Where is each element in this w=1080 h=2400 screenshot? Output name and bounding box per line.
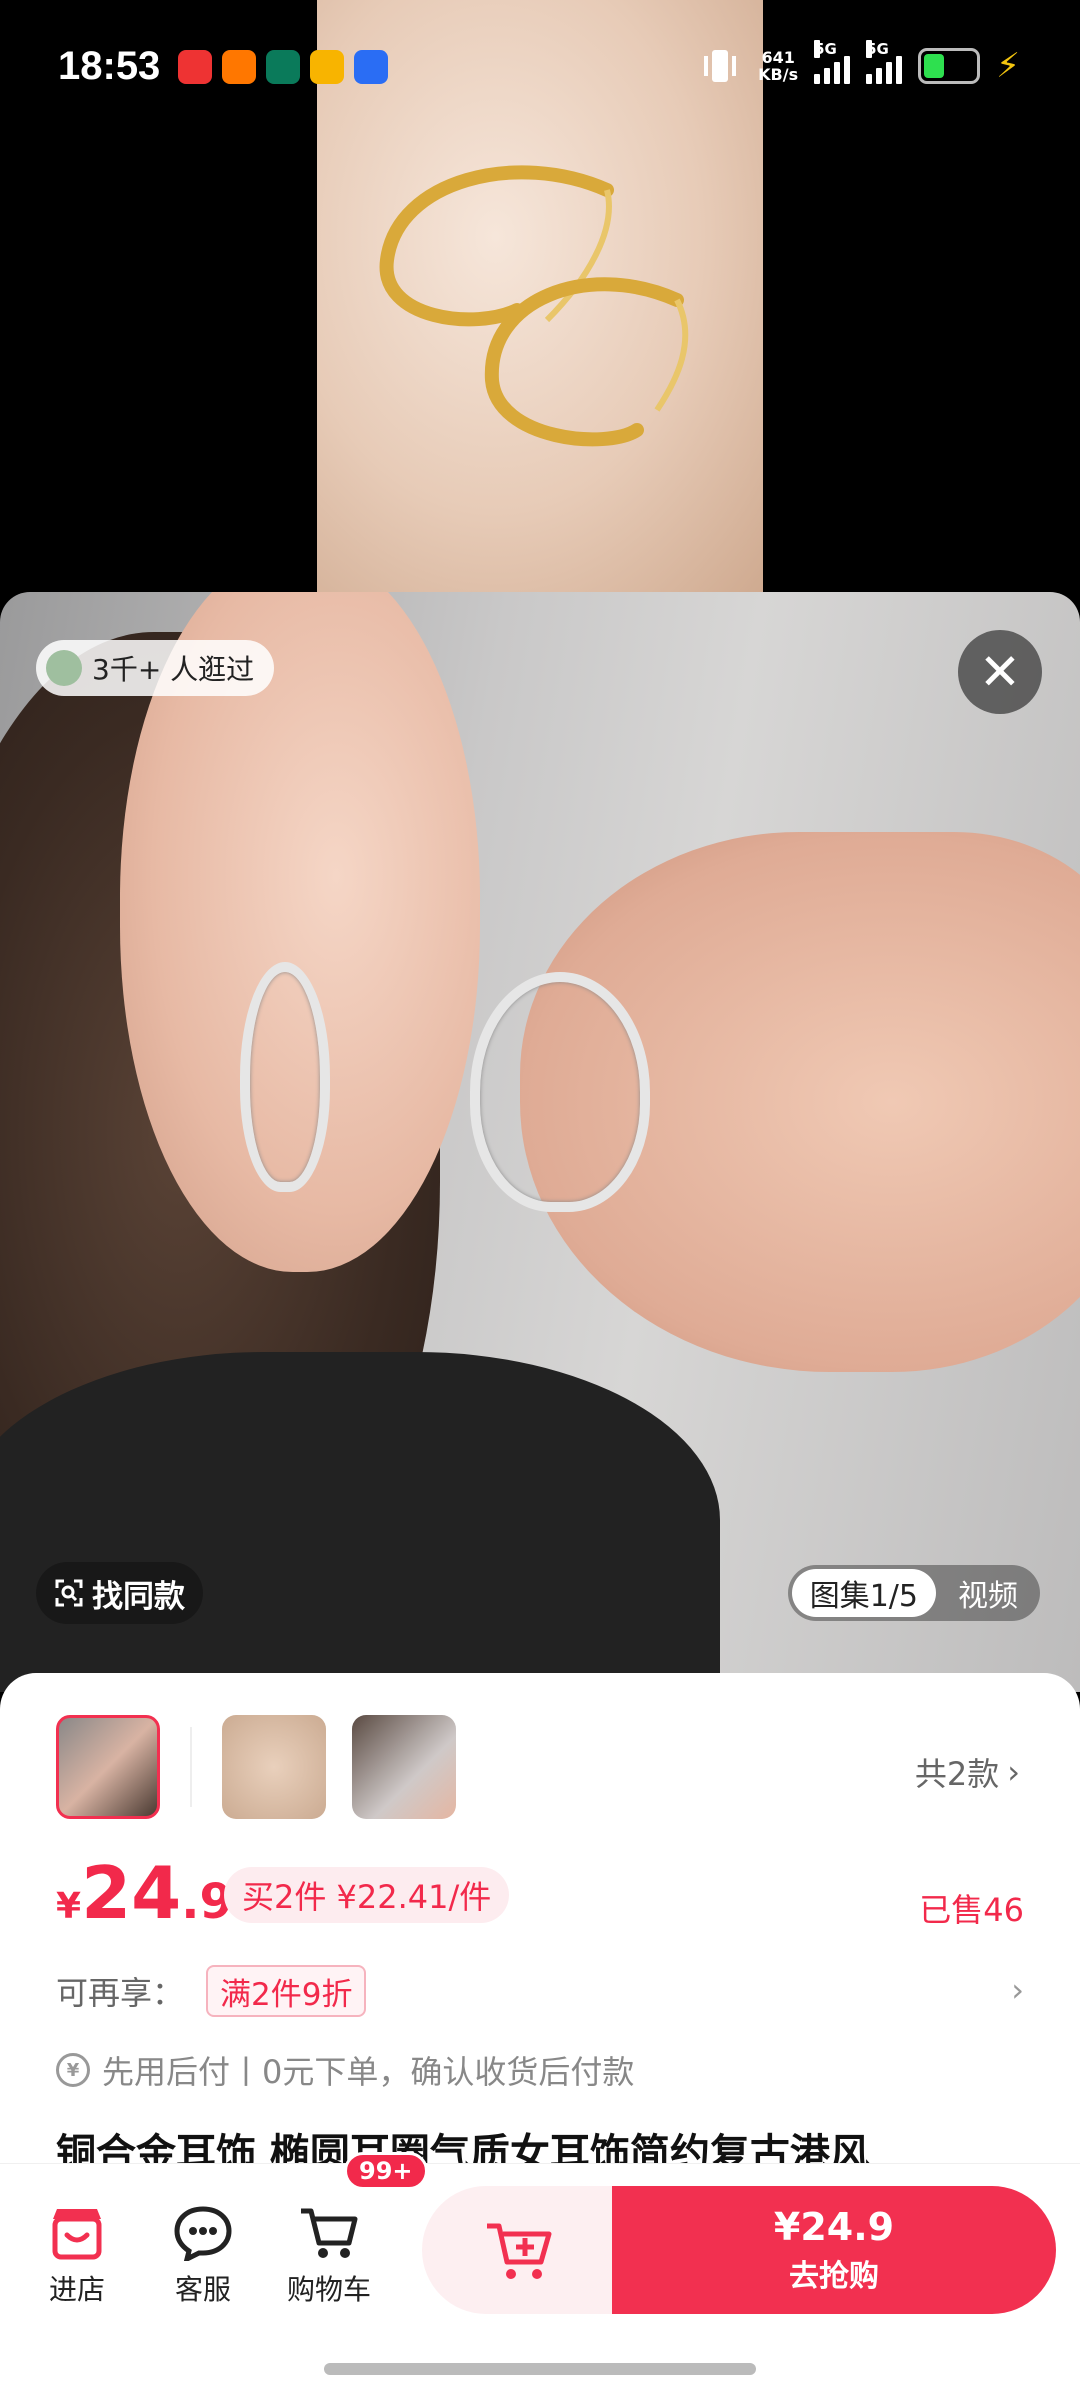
model-clothing — [0, 1352, 720, 1692]
sold-count: 已售46 — [919, 1891, 1024, 1929]
cart-nav-button[interactable]: 购物车 — [274, 2198, 384, 2308]
thumb-divider — [190, 1727, 192, 1807]
cart-count-badge: 99+ — [344, 2152, 428, 2190]
net-speed-value: 641 — [761, 48, 795, 67]
promo-row[interactable]: 可再享： 满2件9折 › — [56, 1963, 1024, 2019]
shop-button[interactable]: 进店 — [22, 2198, 132, 2308]
battery-fill — [924, 54, 945, 78]
delivery-app-icon — [222, 50, 256, 84]
signal-icon-1: 5G — [814, 40, 851, 84]
signal-icon-2: 5G — [866, 40, 903, 84]
home-indicator[interactable] — [324, 2363, 756, 2375]
variants-count: 共2款 — [914, 1755, 1000, 1793]
price-integer: 24 — [81, 1851, 182, 1935]
close-button[interactable]: ✕ — [958, 630, 1042, 714]
avatar — [46, 650, 82, 686]
promo-tag: 满2件9折 — [206, 1965, 367, 2017]
cart-label: 购物车 — [286, 2273, 371, 2306]
bank2-app-icon — [266, 50, 300, 84]
variant-thumb-1[interactable] — [56, 1715, 160, 1819]
earring-held — [470, 972, 650, 1212]
add-to-cart-button[interactable] — [422, 2186, 616, 2314]
chat-icon — [174, 2206, 232, 2261]
visitors-badge: 3千+ 人逛过 — [36, 640, 275, 696]
pay-later-text: 先用后付丨0元下单，确认收货后付款 — [102, 2053, 635, 2091]
message-app-icon — [310, 50, 344, 84]
net-speed: 641 KB/s — [758, 49, 798, 83]
shopping-cart-icon — [301, 2208, 358, 2258]
battery-icon — [918, 48, 981, 84]
customer-service-button[interactable]: 客服 — [148, 2198, 258, 2308]
tab-album[interactable]: 图集1/5 — [791, 1569, 936, 1617]
status-time: 18:53 — [58, 44, 161, 88]
shop-icon — [52, 2209, 102, 2260]
variant-thumbnails — [56, 1715, 456, 1819]
visitors-text: 3千+ 人逛过 — [92, 653, 255, 686]
price-symbol: ¥ — [56, 1886, 82, 1927]
scan-icon — [55, 1579, 83, 1607]
add-to-cart-icon — [487, 2223, 552, 2279]
status-indicators: 641 KB/s 5G 5G ⚡ — [698, 40, 1020, 86]
find-similar-label: 找同款 — [92, 1578, 185, 1615]
variant-thumb-2[interactable] — [222, 1715, 326, 1819]
browser-app-icon — [354, 50, 388, 84]
shop-label: 进店 — [48, 2273, 105, 2306]
tab-video[interactable]: 视频 — [940, 1569, 1036, 1617]
signal-1-label: 5G — [814, 40, 837, 58]
buy-now-price: ¥24.9 — [773, 2205, 895, 2249]
service-label: 客服 — [174, 2273, 231, 2306]
multi-buy-badge: 买2件 ¥22.41/件 — [224, 1867, 510, 1923]
variant-thumb-3[interactable] — [352, 1715, 456, 1819]
pay-later-row: ¥ 先用后付丨0元下单，确认收货后付款 — [56, 2047, 634, 2093]
chevron-right-icon: › — [1007, 1753, 1020, 1791]
gallery-switch: 图集1/5 视频 — [787, 1565, 1040, 1621]
charging-icon: ⚡ — [996, 46, 1020, 86]
chevron-right-icon: › — [1011, 1971, 1024, 2009]
notification-icons — [178, 50, 388, 84]
vibrate-icon — [704, 50, 737, 82]
signal-2-label: 5G — [866, 40, 889, 58]
price: ¥ 24 .9 — [56, 1851, 233, 1935]
promo-label: 可再享： — [56, 1974, 185, 2012]
find-similar-button[interactable]: 找同款 — [36, 1562, 203, 1624]
main-product-image[interactable]: 3千+ 人逛过 ✕ 找同款 图集1/5 视频 — [0, 592, 1080, 1692]
variants-link[interactable]: 共2款 › — [915, 1749, 1020, 1795]
buy-now-button[interactable]: ¥24.9 去抢购 — [612, 2186, 1056, 2314]
yuan-coin-icon: ¥ — [56, 2053, 90, 2087]
bank-app-icon — [178, 50, 212, 84]
close-icon: ✕ — [979, 643, 1021, 701]
net-speed-unit: KB/s — [758, 65, 799, 84]
status-bar: 18:53 641 KB/s 5G 5G ⚡ — [0, 0, 1080, 140]
earring-worn — [240, 962, 330, 1192]
buy-now-label: 去抢购 — [789, 2259, 879, 2294]
